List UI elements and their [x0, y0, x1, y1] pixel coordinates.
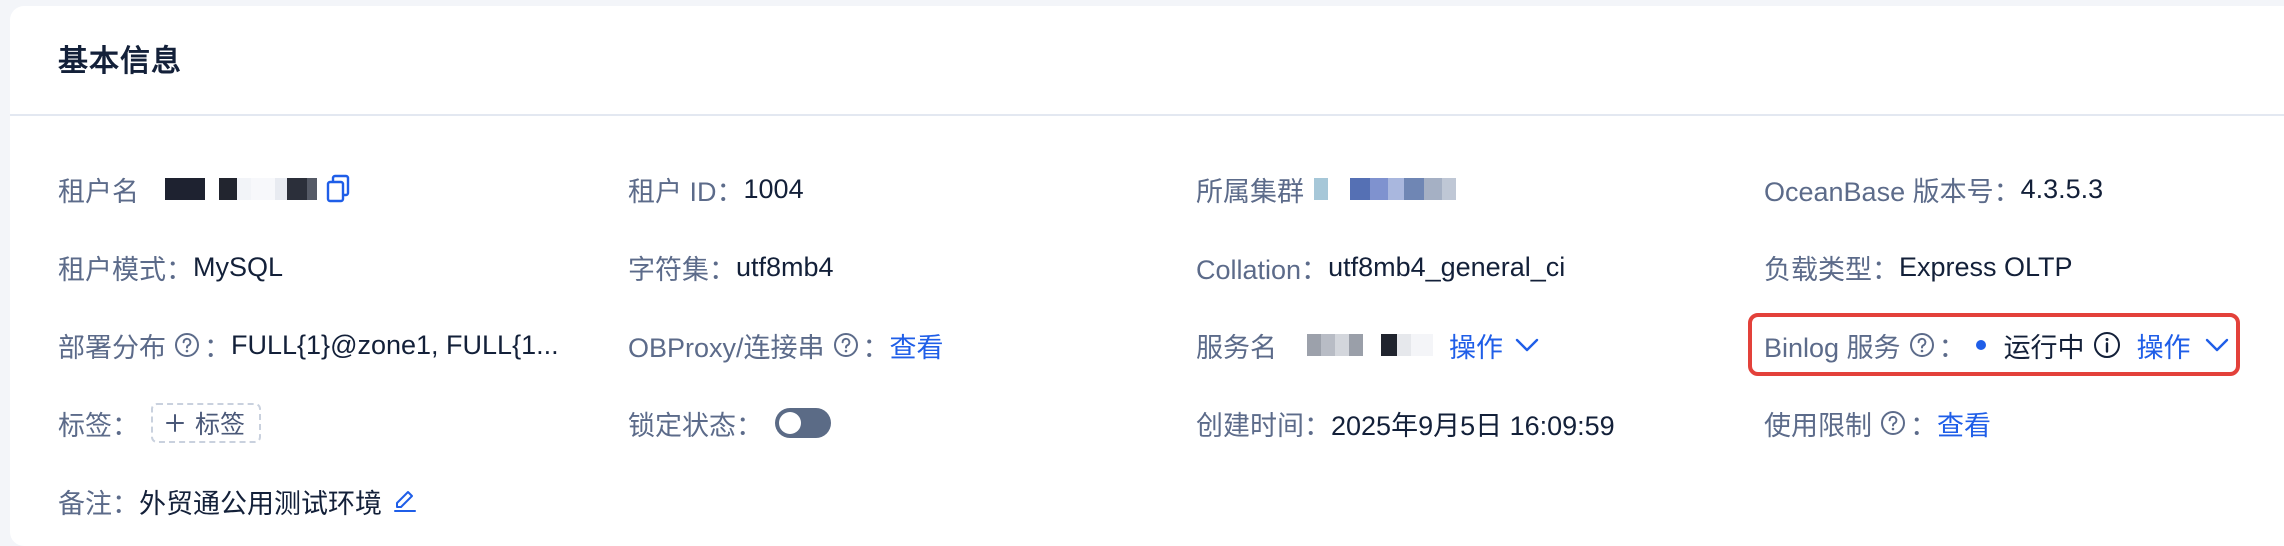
lock-status-label: 锁定状态：	[628, 410, 763, 441]
obproxy-separator: ：	[862, 332, 890, 363]
lock-status-toggle[interactable]	[775, 408, 831, 438]
binlog-highlight-box	[1748, 313, 2240, 376]
tenant-id-value: 1004	[743, 173, 804, 204]
workload-label: 负载类型：	[1764, 254, 1899, 285]
deployment-value: FULL{1}@zone1, FULL{1...	[231, 329, 559, 360]
usage-limit-view-link[interactable]: 查看	[1937, 404, 1991, 443]
field-created-time: 创建时间： 2025年9月5日 16:09:59	[1196, 402, 1615, 444]
field-cluster: 所属集群	[1196, 168, 1456, 210]
edit-icon[interactable]	[392, 488, 418, 514]
field-deployment: 部署分布 ： FULL{1}@zone1, FULL{1...	[58, 324, 559, 366]
tags-label: 标签：	[58, 410, 139, 441]
obproxy-label: OBProxy/连接串	[628, 332, 825, 363]
usage-limit-separator: ：	[1910, 410, 1937, 441]
add-tag-button[interactable]: 标签	[151, 403, 262, 443]
field-tags: 标签： 标签	[58, 402, 262, 444]
obproxy-view-link[interactable]: 查看	[890, 326, 944, 365]
created-time-value: 2025年9月5日 16:09:59	[1331, 410, 1615, 441]
ob-version-label: OceanBase 版本号：	[1764, 176, 2021, 207]
plus-icon	[165, 413, 185, 433]
tenant-name-label: 租户名	[58, 176, 139, 207]
card-title: 基本信息	[58, 45, 182, 78]
field-lock-status: 锁定状态：	[628, 402, 831, 444]
card-header: 基本信息	[10, 6, 2284, 116]
field-workload: 负载类型： Express OLTP	[1764, 246, 2073, 288]
field-collation: Collation： utf8mb4_general_ci	[1196, 246, 1565, 288]
tenant-id-label: 租户 ID：	[628, 176, 744, 207]
field-ob-version: OceanBase 版本号： 4.3.5.3	[1764, 168, 2103, 210]
copy-icon[interactable]	[325, 174, 351, 204]
workload-value: Express OLTP	[1899, 251, 2073, 282]
add-tag-label: 标签	[195, 411, 246, 439]
field-service-name: 服务名 操作	[1196, 324, 1539, 366]
deployment-label: 部署分布	[58, 332, 166, 363]
service-name-action-link[interactable]: 操作	[1449, 326, 1503, 365]
created-time-label: 创建时间：	[1196, 410, 1331, 441]
question-circle-icon[interactable]	[174, 332, 200, 358]
cluster-label: 所属集群	[1196, 176, 1304, 207]
usage-limit-label: 使用限制	[1764, 410, 1872, 441]
charset-value: utf8mb4	[736, 251, 834, 282]
question-circle-icon[interactable]	[1880, 410, 1906, 436]
collation-label: Collation：	[1196, 254, 1329, 285]
tenant-mode-value: MySQL	[193, 251, 284, 282]
field-remark: 备注： 外贸通公用测试环境	[58, 480, 418, 522]
tenant-name-masked-value	[165, 168, 317, 210]
chevron-down-icon[interactable]	[1515, 337, 1539, 353]
service-name-label: 服务名	[1196, 332, 1277, 363]
remark-label: 备注：	[58, 488, 139, 519]
remark-value: 外贸通公用测试环境	[139, 488, 382, 519]
field-charset: 字符集： utf8mb4	[628, 246, 834, 288]
toggle-knob	[779, 412, 801, 434]
charset-label: 字符集：	[628, 254, 736, 285]
ob-version-value: 4.3.5.3	[2020, 173, 2104, 204]
deployment-separator: ：	[204, 332, 231, 363]
field-usage-limit: 使用限制 ： 查看	[1764, 402, 1991, 444]
cluster-masked-value	[1314, 168, 1456, 210]
question-circle-icon[interactable]	[833, 332, 859, 358]
service-name-masked-value	[1307, 324, 1433, 366]
tenant-mode-label: 租户模式：	[58, 254, 193, 285]
field-tenant-name: 租户名	[58, 168, 351, 210]
field-tenant-id: 租户 ID： 1004	[628, 168, 804, 210]
field-tenant-mode: 租户模式： MySQL	[58, 246, 283, 288]
field-obproxy: OBProxy/连接串 ： 查看	[628, 324, 944, 366]
collation-value: utf8mb4_general_ci	[1328, 251, 1566, 282]
